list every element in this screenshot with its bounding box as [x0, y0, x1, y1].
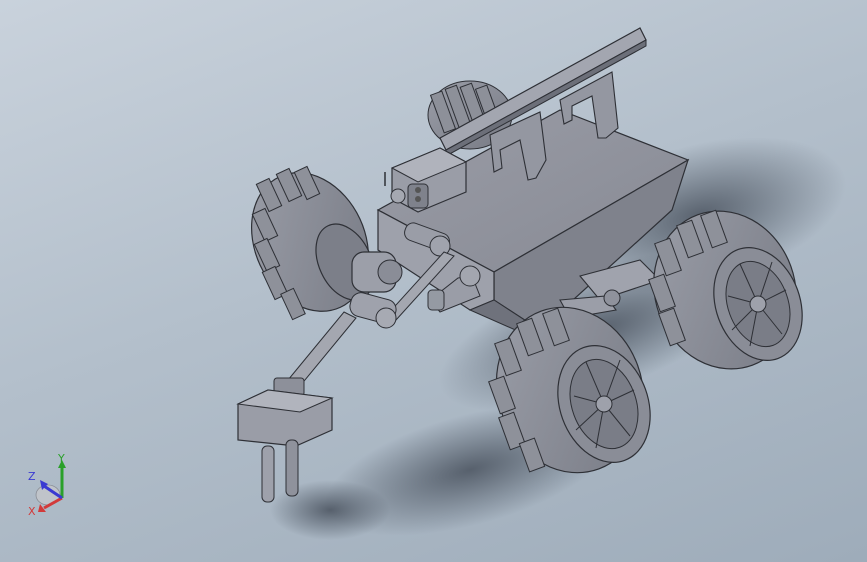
cad-viewport[interactable]: Y X Z — [0, 0, 867, 562]
rover-model-scene[interactable]: Y X Z — [0, 0, 867, 562]
x-axis-label: X — [28, 505, 36, 518]
coordinate-triad[interactable]: Y X Z — [28, 452, 66, 518]
z-axis-label: Z — [28, 470, 36, 483]
y-axis-label: Y — [57, 452, 65, 465]
